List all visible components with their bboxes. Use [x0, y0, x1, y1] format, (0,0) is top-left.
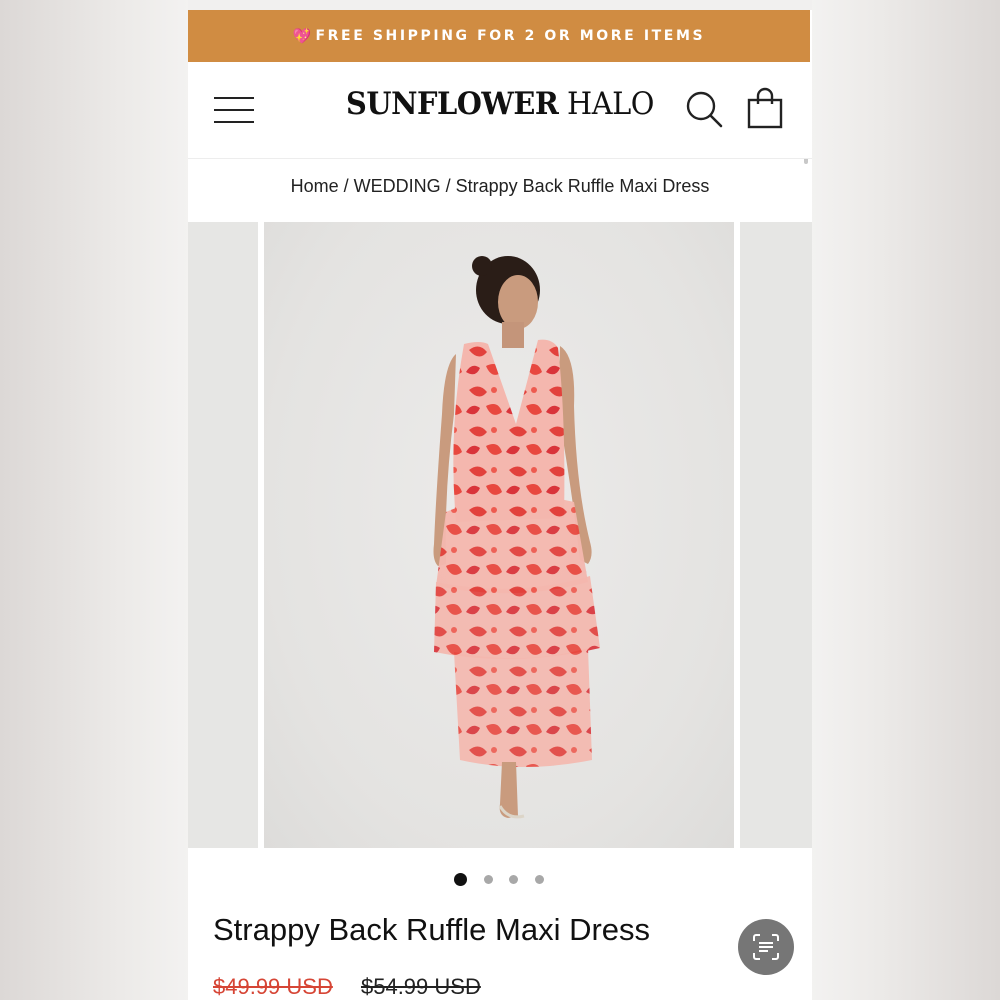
brand-name-bold: SUNFLOWER [346, 86, 559, 122]
product-gallery[interactable] [188, 222, 812, 848]
cart-button[interactable] [745, 86, 785, 130]
pagination-dot-4[interactable] [535, 875, 544, 884]
sale-price: $49.99 USD [213, 974, 333, 999]
brand-name-light: HALO [567, 86, 654, 122]
previous-image-peek[interactable] [188, 222, 258, 848]
original-price: $54.99 USD [360, 974, 481, 999]
text-scan-icon [753, 934, 779, 960]
breadcrumb-home[interactable]: Home [291, 176, 339, 197]
model-dress-illustration [433, 256, 600, 819]
breadcrumb-wedding[interactable]: WEDDING [354, 176, 441, 197]
breadcrumb-separator: / [343, 175, 349, 196]
status-gap [188, 0, 812, 10]
site-header: SUNFLOWER HALO [188, 62, 812, 159]
search-icon [686, 91, 723, 128]
scan-text-button[interactable] [738, 919, 794, 975]
product-title: Strappy Back Ruffle Maxi Dress [213, 912, 651, 947]
mobile-page: 💖 FREE SHIPPING FOR 2 OR MORE ITEMS SUNF… [188, 0, 812, 1000]
breadcrumb-separator: / [445, 175, 451, 196]
product-image[interactable] [264, 222, 734, 848]
heart-icon: 💖 [292, 27, 312, 45]
promo-text: FREE SHIPPING FOR 2 OR MORE ITEMS [315, 28, 706, 44]
breadcrumb: Home / WEDDING / Strappy Back Ruffle Max… [188, 160, 812, 212]
gallery-pagination [188, 872, 812, 888]
pagination-dot-3[interactable] [509, 875, 518, 884]
pagination-dot-2[interactable] [484, 875, 493, 884]
price-row: $49.99 USD $54.99 USD [213, 974, 481, 1000]
shopping-bag-icon [747, 87, 783, 129]
search-button[interactable] [684, 89, 724, 129]
next-image-peek[interactable] [740, 222, 812, 848]
breadcrumb-current: Strappy Back Ruffle Maxi Dress [455, 175, 710, 196]
pagination-dot-1[interactable] [454, 873, 467, 886]
promo-banner[interactable]: 💖 FREE SHIPPING FOR 2 OR MORE ITEMS [188, 10, 810, 62]
